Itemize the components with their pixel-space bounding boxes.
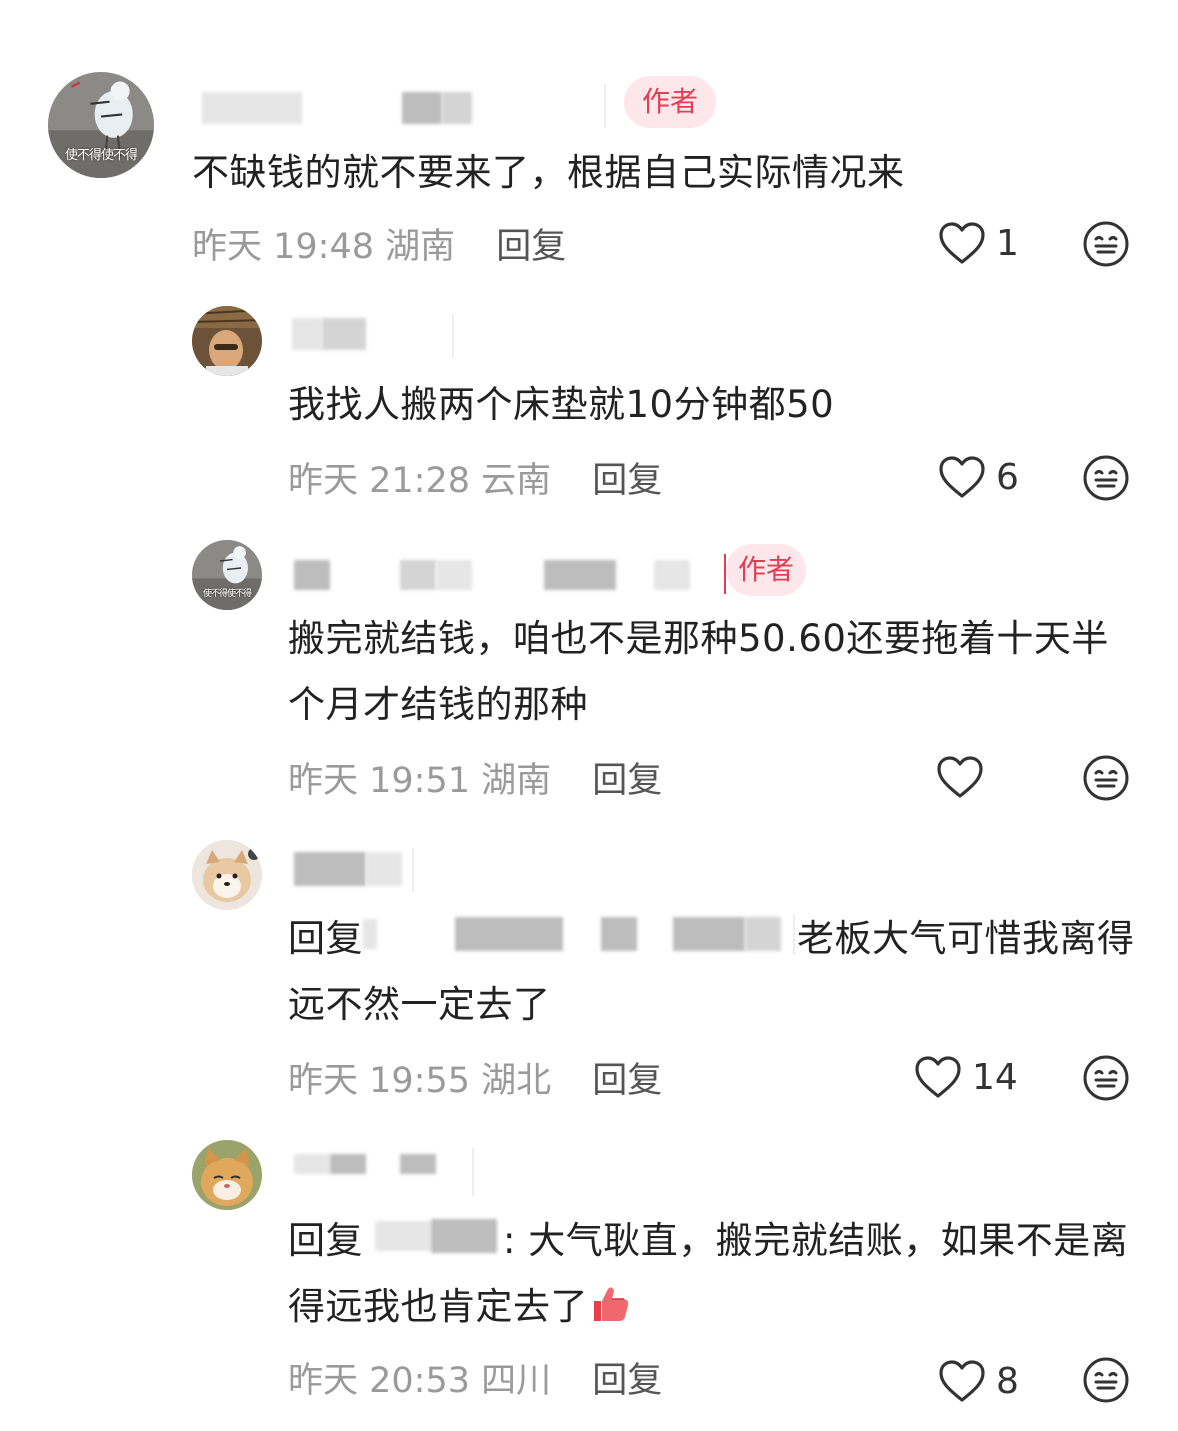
comment-text[interactable]: 我找人搬两个床垫就10分钟都50 <box>288 372 1128 438</box>
comment-meta: 昨天 21:28 云南 回复 <box>288 452 662 503</box>
author-badge: 作者 <box>726 544 807 596</box>
location: 湖北 <box>481 1061 552 1101</box>
comment-meta: 昨天 20:53 四川 回复 <box>288 1352 662 1403</box>
timestamp: 昨天 19:55 <box>288 1061 470 1101</box>
like-count: 14 <box>972 1056 1018 1098</box>
reply-button[interactable]: 回复 <box>592 761 662 801</box>
comment-meta: 昨天 19:48 湖南 回复 <box>192 218 566 269</box>
like-button[interactable]: 14 <box>914 1052 1018 1102</box>
expressionless-face-icon[interactable] <box>1082 454 1130 502</box>
comment-text[interactable]: 回复 老板大气可惜我离得远不然一定去了 <box>288 906 1138 1038</box>
expressionless-face-icon[interactable] <box>1082 220 1130 268</box>
username-redacted[interactable] <box>288 310 458 360</box>
reply-button[interactable]: 回复 <box>592 1361 662 1401</box>
heart-outline-icon <box>937 756 983 798</box>
mentioned-username-redacted[interactable] <box>363 913 797 955</box>
heart-outline-icon <box>915 1056 961 1098</box>
reply-button[interactable]: 回复 <box>496 227 566 267</box>
expressionless-face-icon[interactable] <box>1082 754 1130 802</box>
username-redacted[interactable] <box>192 80 612 130</box>
timestamp: 昨天 20:53 <box>288 1361 470 1401</box>
like-button[interactable]: 6 <box>938 452 1019 502</box>
shiba-dog-avatar-image <box>192 840 262 910</box>
avatar[interactable] <box>192 306 262 376</box>
comment-text[interactable]: 搬完就结钱，咱也不是那种50.60还要拖着十天半个月才结钱的那种 <box>288 606 1138 738</box>
avatar[interactable]: 使不得使不得 <box>192 540 262 610</box>
like-button[interactable]: 8 <box>938 1356 1019 1406</box>
reply-button[interactable]: 回复 <box>592 461 662 501</box>
location: 湖南 <box>481 761 552 801</box>
heart-outline-icon <box>939 456 985 498</box>
heart-outline-icon <box>939 1360 985 1402</box>
cat-avatar-image <box>192 1140 262 1210</box>
like-count: 8 <box>996 1360 1019 1402</box>
man-selfie-avatar-image <box>192 306 262 376</box>
like-button[interactable]: 1 <box>938 218 1019 268</box>
location: 云南 <box>481 461 552 501</box>
comment-text[interactable]: 回复: 大气耿直，搬完就结账，如果不是离得远我也肯定去了 <box>288 1208 1138 1340</box>
expressionless-face-icon[interactable] <box>1082 1356 1130 1404</box>
location: 四川 <box>481 1361 552 1401</box>
like-button[interactable] <box>936 752 994 802</box>
comment-text[interactable]: 不缺钱的就不要来了，根据自己实际情况来 <box>192 140 1122 206</box>
like-count: 1 <box>996 222 1019 264</box>
avatar-caption: 使不得使不得 <box>64 148 138 164</box>
avatar[interactable]: 使不得使不得 <box>48 72 154 178</box>
avatar-caption: 使不得使不得 <box>202 588 252 599</box>
timestamp: 昨天 19:48 <box>192 227 374 267</box>
like-count: 6 <box>996 456 1019 498</box>
timestamp: 昨天 19:51 <box>288 761 470 801</box>
avatar[interactable] <box>192 1140 262 1210</box>
heart-outline-icon <box>939 222 985 264</box>
timestamp: 昨天 21:28 <box>288 461 470 501</box>
reply-prefix: 回复 <box>288 1219 363 1262</box>
username-redacted[interactable] <box>288 1146 478 1196</box>
thumbs-up-emoji <box>594 1287 629 1321</box>
username-redacted[interactable] <box>288 548 728 598</box>
comment-meta: 昨天 19:55 湖北 回复 <box>288 1052 662 1103</box>
comment-meta: 昨天 19:51 湖南 回复 <box>288 752 662 803</box>
avatar[interactable] <box>192 840 262 910</box>
reply-button[interactable]: 回复 <box>592 1061 662 1101</box>
seagull-avatar-image <box>192 540 262 610</box>
expressionless-face-icon[interactable] <box>1082 1054 1130 1102</box>
mentioned-username-redacted[interactable] <box>363 1215 503 1255</box>
username-redacted[interactable] <box>288 846 418 896</box>
location: 湖南 <box>385 227 456 267</box>
author-badge: 作者 <box>624 76 717 128</box>
reply-prefix: 回复 <box>288 917 363 960</box>
